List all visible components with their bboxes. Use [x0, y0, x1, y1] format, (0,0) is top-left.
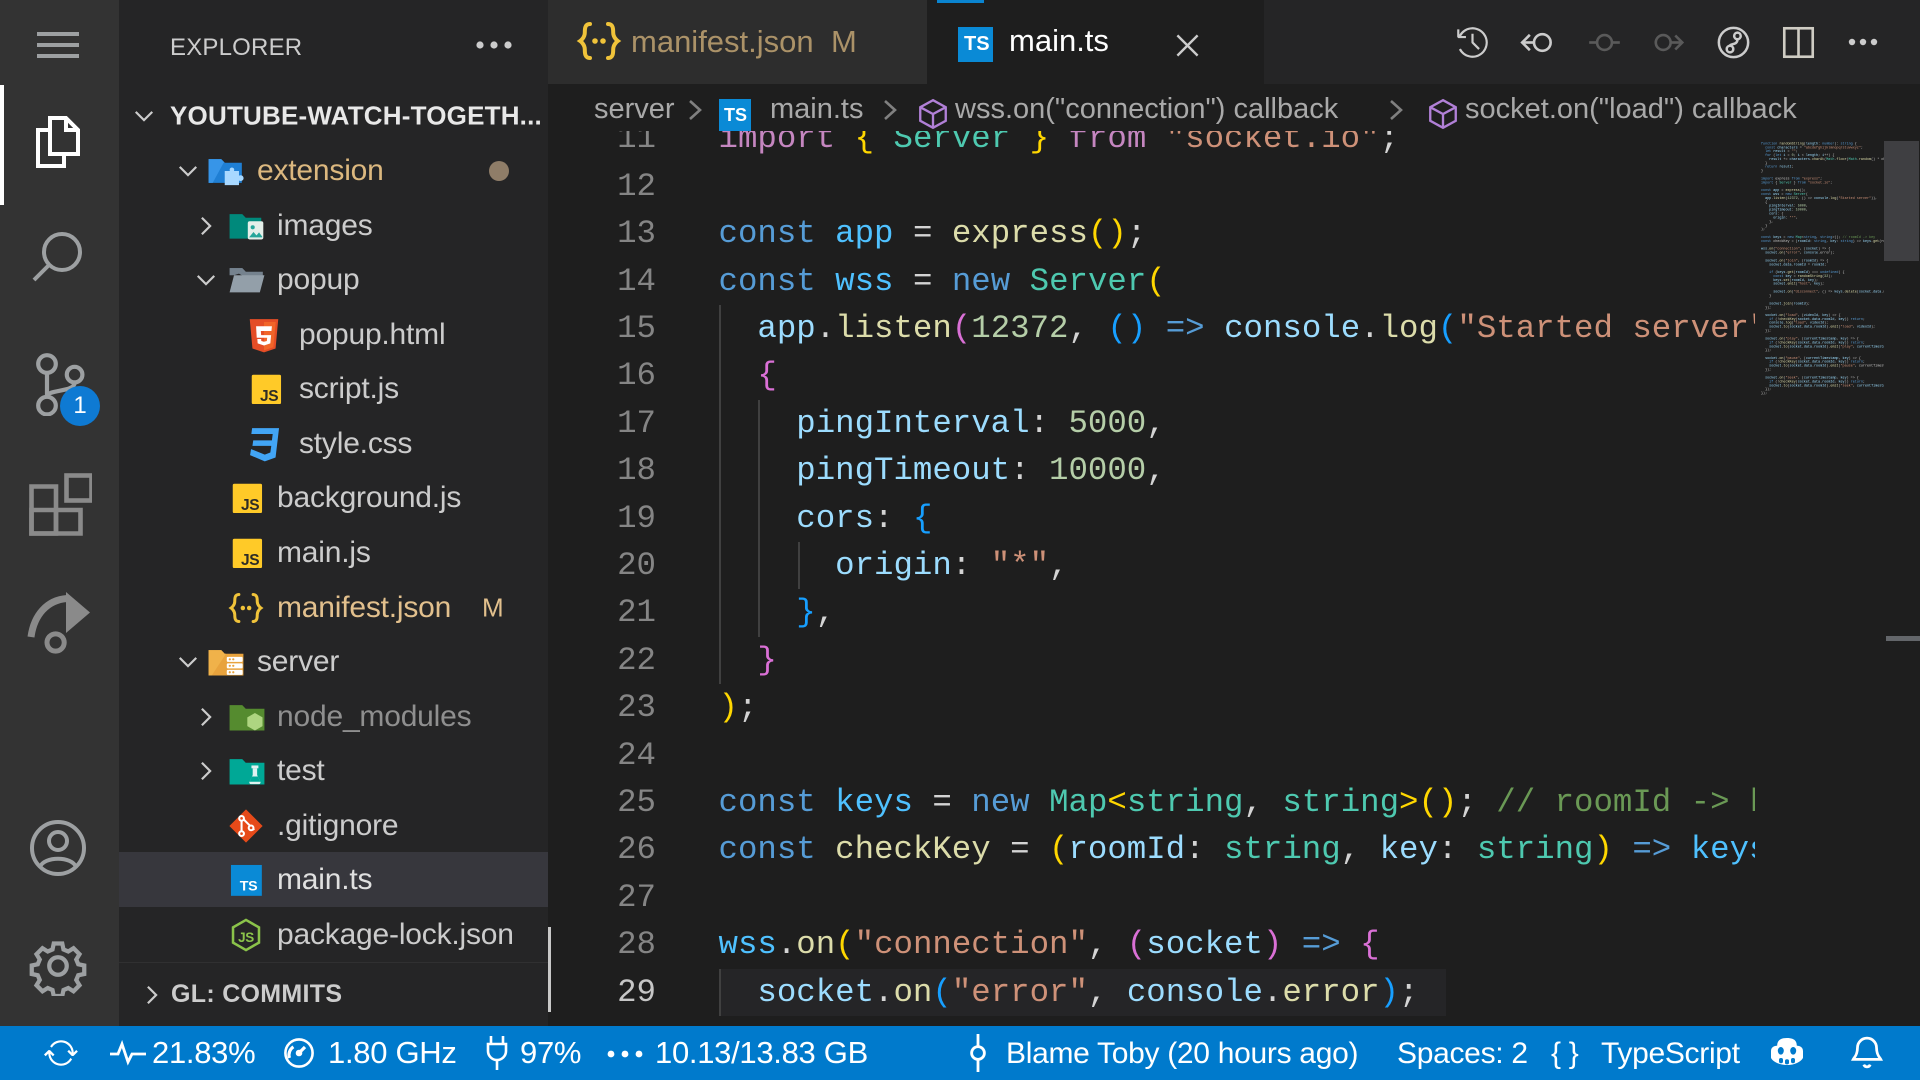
svg-text:JS: JS [260, 388, 278, 405]
svg-text:JS: JS [241, 552, 259, 569]
svg-text:JS: JS [238, 929, 254, 944]
svg-text:JS: JS [241, 497, 259, 514]
svg-text:TS: TS [240, 878, 258, 894]
